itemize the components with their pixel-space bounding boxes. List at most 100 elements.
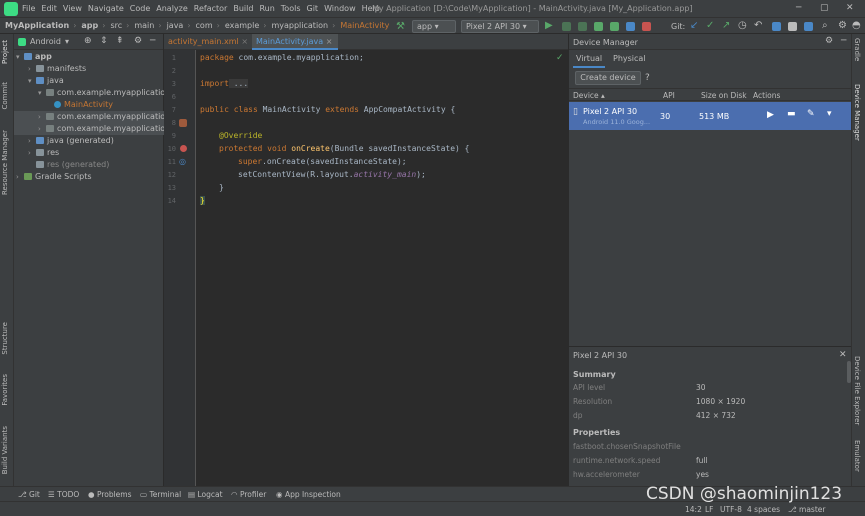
- tab-virtual[interactable]: Virtual: [573, 54, 606, 68]
- edit-pencil-icon[interactable]: ✎: [807, 109, 815, 119]
- menu-build[interactable]: Build: [233, 4, 253, 13]
- tab-device-file-explorer[interactable]: Device File Explorer: [853, 356, 861, 425]
- tab-project[interactable]: Project: [1, 40, 9, 64]
- search-icon[interactable]: ⌕: [822, 20, 828, 31]
- stop-icon[interactable]: [642, 22, 651, 31]
- close-details-icon[interactable]: ✕: [839, 350, 847, 360]
- line-separator[interactable]: LF: [705, 505, 714, 514]
- menu-file[interactable]: File: [22, 4, 35, 13]
- code-line-14[interactable]: }: [200, 196, 205, 205]
- close-window-icon[interactable]: ✕: [846, 3, 854, 13]
- git-history-icon[interactable]: ◷: [738, 20, 747, 31]
- breadcrumb-main[interactable]: main: [134, 21, 154, 30]
- file-encoding[interactable]: UTF-8: [720, 505, 742, 514]
- git-branch[interactable]: ⎇ master: [788, 505, 825, 514]
- breadcrumb-example[interactable]: example: [225, 21, 259, 30]
- column-device[interactable]: Device: [573, 89, 599, 102]
- menu-run[interactable]: Run: [259, 4, 274, 13]
- tab-emulator[interactable]: Emulator: [853, 440, 861, 472]
- menu-refactor[interactable]: Refactor: [194, 4, 228, 13]
- tree-item-java[interactable]: ▾ java: [14, 75, 164, 87]
- attach-debugger-icon[interactable]: [626, 22, 635, 31]
- menu-view[interactable]: View: [63, 4, 82, 13]
- apply-changes-icon[interactable]: [578, 22, 587, 31]
- show-on-disk-folder-icon[interactable]: ▬: [787, 109, 796, 119]
- class-gutter-icon[interactable]: [179, 119, 187, 127]
- tree-item-mainactivity[interactable]: MainActivity: [14, 99, 164, 111]
- tab-favorites[interactable]: Favorites: [1, 374, 9, 406]
- code-line-9[interactable]: @Override: [219, 131, 262, 140]
- device-manager-toolbar-icon[interactable]: [772, 22, 781, 31]
- tree-item-package-test[interactable]: ›com.example.myapplication (test): [14, 123, 164, 135]
- breadcrumb-java[interactable]: java: [167, 21, 184, 30]
- profile-icon[interactable]: [610, 22, 619, 31]
- code-line-12[interactable]: setContentView(R.layout.activity_main);: [238, 170, 426, 179]
- tree-item-res[interactable]: › res: [14, 147, 164, 159]
- git-push-icon[interactable]: ↗: [722, 20, 730, 31]
- hide-device-manager-icon[interactable]: ─: [841, 36, 846, 46]
- tab-build-variants[interactable]: Build Variants: [1, 426, 9, 474]
- code-line-1[interactable]: package com.example.myapplication;: [200, 53, 364, 62]
- breadcrumb-mainactivity[interactable]: MainActivity: [340, 21, 389, 30]
- menu-navigate[interactable]: Navigate: [88, 4, 124, 13]
- git-rollback-icon[interactable]: ↶: [754, 20, 762, 31]
- breadcrumb-project[interactable]: MyApplication: [5, 21, 69, 30]
- code-line-10[interactable]: protected void onCreate(Bundle savedInst…: [219, 144, 469, 153]
- breadcrumb-src[interactable]: src: [110, 21, 122, 30]
- indent-setting[interactable]: 4 spaces: [747, 505, 780, 514]
- code-line-11[interactable]: super.onCreate(savedInstanceState);: [238, 157, 407, 166]
- menu-window[interactable]: Window: [324, 4, 356, 13]
- no-problems-check-icon[interactable]: ✓: [556, 53, 564, 63]
- expand-all-icon[interactable]: ⇞: [116, 36, 124, 46]
- tool-git[interactable]: ⎇ Git: [18, 490, 40, 499]
- device-manager-gear-icon[interactable]: ⚙: [825, 36, 833, 46]
- tab-gradle[interactable]: Gradle: [853, 38, 861, 61]
- tree-item-java-generated[interactable]: › java (generated): [14, 135, 164, 147]
- collapse-all-icon[interactable]: ⇕: [100, 36, 108, 46]
- hide-panel-icon[interactable]: ─: [150, 36, 155, 46]
- android-icon[interactable]: ◓: [852, 20, 861, 31]
- sdk-manager-icon[interactable]: [788, 22, 797, 31]
- close-tab-icon[interactable]: ×: [241, 37, 248, 46]
- rerun-icon[interactable]: [562, 22, 571, 31]
- project-settings-gear-icon[interactable]: ⚙: [134, 36, 142, 46]
- tab-physical[interactable]: Physical: [613, 54, 646, 63]
- device-row[interactable]: ▯ Pixel 2 API 30 Android 11.0 Goog... 30…: [569, 102, 852, 130]
- more-actions-chevron-down-icon[interactable]: ▾: [827, 109, 832, 119]
- tab-mainactivity-java[interactable]: MainActivity.java ×: [252, 34, 338, 50]
- close-tab-icon[interactable]: ×: [326, 37, 333, 46]
- maximize-icon[interactable]: ▢: [820, 3, 829, 13]
- tool-problems[interactable]: ● Problems: [88, 490, 132, 499]
- tab-commit[interactable]: Commit: [1, 82, 9, 110]
- breadcrumb-myapplication[interactable]: myapplication: [271, 21, 328, 30]
- menu-tools[interactable]: Tools: [281, 4, 301, 13]
- tool-todo[interactable]: ☰ TODO: [48, 490, 79, 499]
- tab-resource-manager[interactable]: Resource Manager: [1, 130, 9, 195]
- git-commit-icon[interactable]: ✓: [706, 20, 714, 31]
- column-size-on-disk[interactable]: Size on Disk: [701, 89, 747, 102]
- tree-item-app[interactable]: ▾ app: [14, 51, 164, 63]
- tree-item-gradle-scripts[interactable]: › Gradle Scripts: [14, 171, 164, 183]
- tree-item-manifests[interactable]: › manifests: [14, 63, 164, 75]
- override-gutter-icon[interactable]: ◎: [179, 157, 186, 166]
- settings-gear-icon[interactable]: ⚙: [838, 20, 847, 31]
- tool-app-inspection[interactable]: ◉ App Inspection: [276, 490, 341, 499]
- code-line-7[interactable]: public class MainActivity extends AppCom…: [200, 105, 455, 114]
- locate-icon[interactable]: ⊕: [84, 36, 92, 46]
- menu-code[interactable]: Code: [130, 4, 150, 13]
- avd-manager-icon[interactable]: [804, 22, 813, 31]
- breadcrumb-app[interactable]: app: [81, 21, 98, 30]
- launch-emulator-icon[interactable]: ▶: [767, 110, 774, 120]
- menu-edit[interactable]: Edit: [41, 4, 57, 13]
- caret-position[interactable]: 14:2: [685, 505, 702, 514]
- device-combo[interactable]: Pixel 2 API 30 ▾: [461, 20, 539, 33]
- tree-item-package-androidtest[interactable]: ›com.example.myapplication (androidTest): [14, 111, 164, 123]
- tool-profiler[interactable]: ◠ Profiler: [231, 490, 266, 499]
- hammer-build-icon[interactable]: ⚒: [396, 21, 405, 32]
- breakpoint-icon[interactable]: [180, 145, 187, 152]
- tree-item-package-main[interactable]: ▾ com.example.myapplication: [14, 87, 164, 99]
- breadcrumb-com[interactable]: com: [196, 21, 213, 30]
- menu-analyze[interactable]: Analyze: [156, 4, 188, 13]
- run-icon[interactable]: ▶: [545, 20, 553, 31]
- tree-item-res-generated[interactable]: res (generated): [14, 159, 164, 171]
